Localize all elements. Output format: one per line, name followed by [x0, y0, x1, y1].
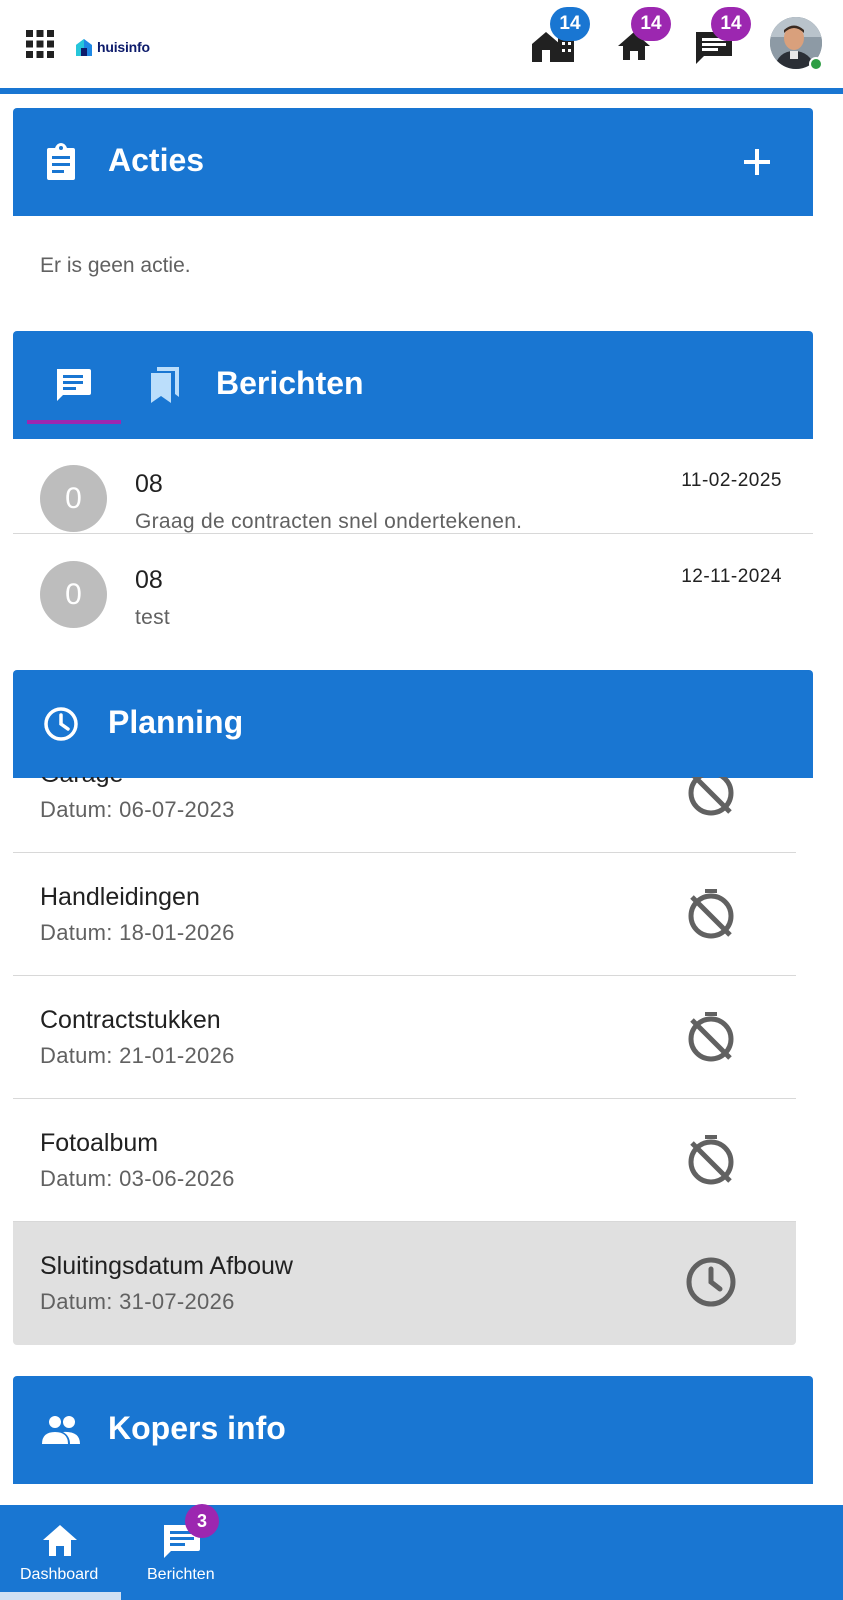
timer-off-icon [688, 1135, 734, 1185]
timer-off-icon [688, 777, 734, 816]
clock-icon [44, 707, 78, 741]
planning-item-title: Garage [40, 777, 123, 789]
planning-header: Planning [13, 670, 813, 778]
timer-off-icon [688, 1012, 734, 1062]
active-tab-indicator [27, 420, 121, 424]
buildings-badge: 14 [550, 7, 590, 41]
clipboard-icon [47, 143, 75, 180]
messages-badge: 14 [711, 7, 751, 41]
acties-title: Acties [108, 142, 205, 178]
nav-berichten-badge: 3 [185, 1504, 219, 1538]
message-date: 12-11-2024 [681, 566, 782, 587]
message-avatar: 0 [40, 465, 107, 532]
planning-item-date: Datum: 03-06-2026 [40, 1166, 235, 1191]
acties-empty-text: Er is geen actie. [40, 254, 191, 277]
online-status-dot [809, 57, 823, 71]
message-item[interactable]: 0 08 test 12-11-2024 [13, 534, 813, 630]
home-icon [43, 1525, 77, 1556]
message-title: 08 [135, 566, 163, 594]
huisinfo-logo[interactable]: huisinfo [74, 36, 150, 58]
nav-active-indicator [0, 1592, 121, 1600]
berichten-header: Berichten [13, 331, 813, 439]
people-icon [42, 1416, 80, 1444]
nav-berichten[interactable]: Berichten [121, 1505, 242, 1600]
planning-item-title: Sluitingsdatum Afbouw [40, 1252, 293, 1280]
chat-icon [57, 369, 91, 401]
planning-title: Planning [108, 704, 244, 740]
planning-item-date: Datum: 18-01-2026 [40, 920, 235, 945]
planning-item[interactable]: Garage Datum: 06-07-2023 [13, 777, 796, 853]
planning-item-date: Datum: 31-07-2026 [40, 1289, 235, 1314]
message-title: 08 [135, 470, 163, 498]
nav-dashboard-label: Dashboard [20, 1566, 99, 1583]
header-divider [0, 88, 843, 94]
timer-off-icon [688, 889, 734, 939]
nav-dashboard[interactable]: Dashboard [0, 1505, 121, 1600]
message-date: 11-02-2025 [681, 470, 782, 491]
app-page: huisinfo 14 14 14 Acties Er is geen acti… [0, 0, 843, 1600]
kopers-header: Kopers info [13, 1376, 813, 1484]
logo-house-icon [76, 39, 92, 56]
kopers-title: Kopers info [108, 1410, 286, 1446]
planning-item-title: Fotoalbum [40, 1129, 159, 1157]
planning-item-title: Handleidingen [40, 883, 200, 911]
add-icon[interactable] [743, 148, 771, 176]
clock-icon [686, 1257, 736, 1307]
planning-list: Garage Datum: 06-07-2023 Handleidingen D… [13, 777, 796, 1361]
message-item[interactable]: 0 08 Graag de contracten snel onderteken… [13, 438, 813, 534]
planning-item-date: Datum: 21-01-2026 [40, 1043, 235, 1068]
planning-item-current[interactable]: Sluitingsdatum Afbouw Datum: 31-07-2026 [13, 1222, 796, 1345]
planning-item[interactable]: Fotoalbum Datum: 03-06-2026 [13, 1099, 796, 1222]
tab-messages[interactable] [27, 331, 121, 439]
message-text: Graag de contracten snel ondertekenen. [135, 510, 523, 533]
acties-header: Acties [13, 108, 813, 216]
planning-item-title: Contractstukken [40, 1006, 221, 1034]
berichten-title: Berichten [216, 365, 364, 401]
nav-berichten-label: Berichten [147, 1566, 215, 1583]
message-avatar: 0 [40, 561, 107, 628]
message-text: test [135, 606, 171, 629]
planning-item[interactable]: Handleidingen Datum: 18-01-2026 [13, 853, 796, 976]
planning-item-date: Datum: 06-07-2023 [40, 797, 235, 822]
apps-grid-icon[interactable] [26, 30, 54, 58]
home-badge: 14 [631, 7, 671, 41]
logo-text: huisinfo [97, 39, 150, 55]
bookmarks-icon[interactable] [145, 365, 185, 405]
top-app-bar: huisinfo 14 14 14 [0, 0, 843, 88]
bottom-navigation: Dashboard Berichten [0, 1505, 843, 1600]
planning-item[interactable]: Contractstukken Datum: 21-01-2026 [13, 976, 796, 1099]
